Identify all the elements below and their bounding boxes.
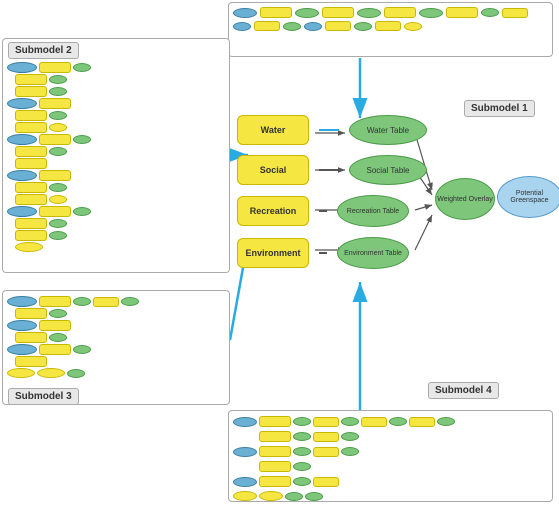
recreation-row: Recreation Recreation Table: [237, 195, 427, 227]
center-nodes-area: Water Water Table Social Social Table Re…: [237, 115, 427, 279]
sm1-node-16: [354, 22, 372, 31]
sm1-node-14: [304, 22, 322, 31]
submodel1-box: [228, 2, 553, 57]
water-arrow: [319, 129, 339, 131]
social-node: Social: [237, 155, 309, 185]
submodel4-label: Submodel 4: [428, 382, 499, 399]
sm1-node-6: [384, 7, 416, 18]
submodel3-label: Submodel 3: [8, 388, 79, 405]
sm1-node-17: [375, 21, 401, 31]
potential-greenspace-container: Potential Greenspace: [497, 176, 559, 218]
sm1-node-1: [233, 8, 257, 18]
sm1-node-18: [404, 22, 422, 31]
water-table-node: Water Table: [349, 115, 427, 145]
social-table-node: Social Table: [349, 155, 427, 185]
submodel4-content: [229, 411, 552, 506]
environment-arrow: [319, 252, 327, 254]
environment-table-node: Environment Table: [337, 237, 409, 269]
submodel2-label: Submodel 2: [8, 42, 79, 59]
submodel1-content: [229, 3, 552, 35]
weighted-overlay-node: Weighted Overlay: [435, 178, 495, 220]
sm1-node-13: [283, 22, 301, 31]
social-arrow: [319, 169, 339, 171]
submodel1-label: Submodel 1: [464, 100, 535, 117]
submodel2-box: [2, 38, 230, 273]
submodel4-box: [228, 410, 553, 502]
weighted-overlay-container: Weighted Overlay: [435, 178, 495, 220]
submodel2-content: [3, 57, 229, 257]
recreation-node: Recreation: [237, 196, 309, 226]
recreation-arrow: [319, 210, 327, 212]
potential-greenspace-node: Potential Greenspace: [497, 176, 559, 218]
social-row: Social Social Table: [237, 155, 427, 185]
sm1-node-12: [254, 21, 280, 31]
sm1-node-9: [481, 8, 499, 17]
sm1-node-11: [233, 22, 251, 31]
sm1-node-15: [325, 21, 351, 31]
recreation-table-node: Recreation Table: [337, 195, 409, 227]
environment-node: Environment: [237, 238, 309, 268]
submodel3-content: [3, 291, 229, 383]
sm1-node-5: [357, 8, 381, 18]
environment-row: Environment Environment Table: [237, 237, 427, 269]
sm1-node-7: [419, 8, 443, 18]
sm1-node-8: [446, 7, 478, 18]
main-diagram: Submodel 1 Submodel 2: [0, 0, 559, 506]
sm1-node-4: [322, 7, 354, 18]
sm1-node-3: [295, 8, 319, 18]
sm1-node-10: [502, 8, 528, 18]
water-node: Water: [237, 115, 309, 145]
sm1-node-2: [260, 7, 292, 18]
water-row: Water Water Table: [237, 115, 427, 145]
